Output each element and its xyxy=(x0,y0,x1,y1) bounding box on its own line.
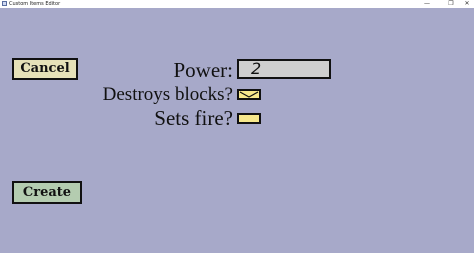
title-bar: Custom Items Editor — ❐ ✕ xyxy=(0,0,474,8)
create-button[interactable]: Create xyxy=(12,181,82,204)
cancel-button[interactable]: Cancel xyxy=(12,58,78,80)
app-icon xyxy=(2,1,7,6)
sets-fire-label: Sets fire? xyxy=(154,106,233,130)
check-mark-icon xyxy=(239,91,259,98)
minimize-button[interactable]: — xyxy=(420,0,434,8)
power-input[interactable]: 2 xyxy=(237,59,331,79)
destroys-blocks-label: Destroys blocks? xyxy=(102,84,233,105)
close-button[interactable]: ✕ xyxy=(460,0,474,8)
sets-fire-checkbox[interactable] xyxy=(237,113,261,124)
window-title: Custom Items Editor xyxy=(9,1,61,7)
maximize-button[interactable]: ❐ xyxy=(444,0,458,8)
destroys-blocks-checkbox[interactable] xyxy=(237,89,261,100)
power-label: Power: xyxy=(173,58,234,82)
